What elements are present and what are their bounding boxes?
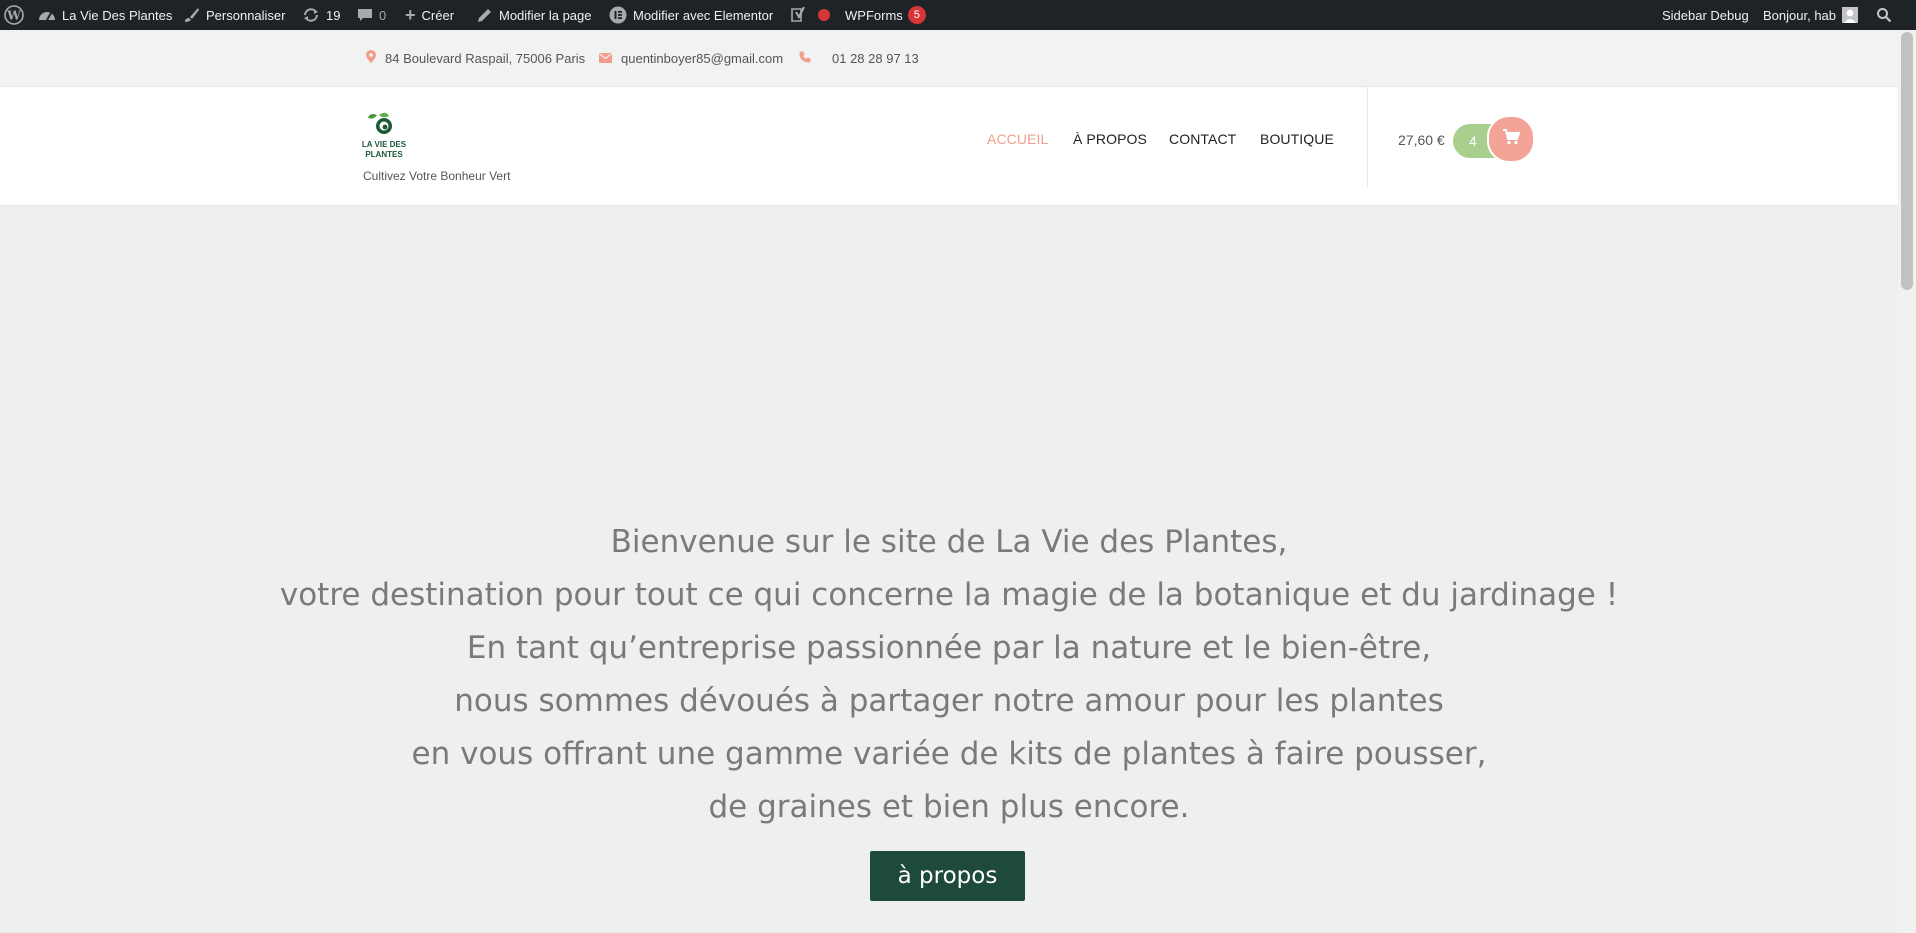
address-text: 84 Boulevard Raspail, 75006 Paris <box>385 50 586 66</box>
a-propos-button[interactable]: à propos <box>870 851 1025 901</box>
wpforms-menu[interactable]: WPForms 5 <box>845 0 926 30</box>
dashboard-icon <box>38 7 56 23</box>
customize-label: Personnaliser <box>206 7 286 23</box>
yoast-icon <box>790 6 808 24</box>
cart-count: 4 <box>1469 133 1477 149</box>
hero-line: Bienvenue sur le site de La Vie des Plan… <box>610 524 1288 560</box>
hero-line: en vous offrant une gamme variée de kits… <box>411 736 1487 772</box>
svg-text:W: W <box>6 9 21 23</box>
elementor-icon <box>609 6 627 24</box>
seo-status-dot <box>818 9 830 21</box>
updates-menu[interactable]: 19 <box>302 0 340 30</box>
edit-elementor-menu[interactable]: Modifier avec Elementor <box>609 0 773 30</box>
email-info[interactable]: quentinboyer85@gmail.com <box>599 30 783 86</box>
new-content-menu[interactable]: + Créer <box>405 0 454 30</box>
nav-boutique[interactable]: BOUTIQUE <box>1260 131 1334 147</box>
paintbrush-icon <box>184 7 200 23</box>
wordpress-logo-icon[interactable]: W <box>4 0 24 30</box>
wpforms-badge: 5 <box>907 6 926 24</box>
site-name: La Vie Des Plantes <box>62 7 173 23</box>
logo-text-line2: PLANTES <box>365 150 403 159</box>
pencil-icon <box>477 7 493 23</box>
hero-line: de graines et bien plus encore. <box>708 789 1190 825</box>
sidebar-debug-label: Sidebar Debug <box>1662 7 1749 23</box>
logo-text-line1: LA VIE DES <box>362 140 407 149</box>
hero-line: En tant qu’entreprise passionnée par la … <box>466 630 1432 666</box>
wp-admin-bar: W La Vie Des Plantes Personnaliser 19 0 … <box>0 0 1916 30</box>
address-info: 84 Boulevard Raspail, 75006 Paris <box>366 30 585 86</box>
envelope-icon <box>599 51 621 66</box>
phone-icon <box>799 51 820 66</box>
wpforms-label: WPForms <box>845 7 903 23</box>
avatar <box>1842 7 1859 23</box>
hero-line: votre destination pour tout ce qui conce… <box>279 577 1619 613</box>
nav-a-propos[interactable]: À PROPOS <box>1073 131 1147 147</box>
updates-icon <box>302 7 320 23</box>
plus-icon: + <box>405 4 416 25</box>
edit-page-label: Modifier la page <box>499 7 592 23</box>
map-pin-icon <box>366 50 385 66</box>
comment-icon <box>357 7 373 23</box>
site-name-menu[interactable]: La Vie Des Plantes <box>38 0 172 30</box>
cart-icon <box>1502 128 1521 150</box>
greeting-label: Bonjour, hab <box>1763 7 1837 23</box>
edit-elementor-label: Modifier avec Elementor <box>633 7 774 23</box>
site-tagline: Cultivez Votre Bonheur Vert <box>363 169 511 183</box>
new-label: Créer <box>421 7 455 23</box>
seo-menu[interactable] <box>790 0 830 30</box>
nav-contact[interactable]: CONTACT <box>1169 131 1236 147</box>
scrollbar-thumb[interactable] <box>1901 32 1913 290</box>
phone-info[interactable]: 01 28 28 97 13 <box>799 30 919 86</box>
updates-count: 19 <box>326 7 341 23</box>
nav-accueil[interactable]: ACCUEIL <box>987 131 1048 147</box>
edit-page-menu[interactable]: Modifier la page <box>477 0 592 30</box>
cart-total[interactable]: 27,60 € <box>1398 132 1445 148</box>
account-menu[interactable]: Bonjour, hab <box>1763 0 1859 30</box>
comments-menu[interactable]: 0 <box>357 0 386 30</box>
customize-menu[interactable]: Personnaliser <box>184 0 286 30</box>
hero-section: Bienvenue sur le site de La Vie des Plan… <box>0 206 1898 933</box>
sidebar-debug-menu[interactable]: Sidebar Debug <box>1662 0 1749 30</box>
top-info-bar: 84 Boulevard Raspail, 75006 Paris quenti… <box>0 30 1898 87</box>
phone-text: 01 28 28 97 13 <box>832 50 919 66</box>
site-logo[interactable]: LA VIE DES PLANTES <box>360 107 416 163</box>
search-icon[interactable] <box>1876 0 1892 30</box>
email-text: quentinboyer85@gmail.com <box>621 50 784 66</box>
site-header: LA VIE DES PLANTES Cultivez Votre Bonheu… <box>0 87 1898 206</box>
hero-text: Bienvenue sur le site de La Vie des Plan… <box>0 516 1898 834</box>
header-divider <box>1367 87 1368 187</box>
hero-line: nous sommes dévoués à partager notre amo… <box>454 683 1444 719</box>
comments-count: 0 <box>379 7 387 23</box>
cart-button[interactable] <box>1487 115 1535 163</box>
